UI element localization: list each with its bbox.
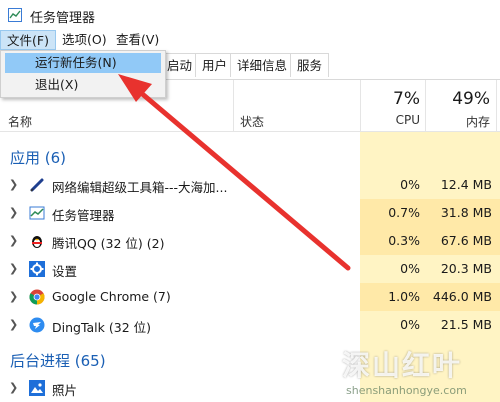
group-header-background[interactable]: 后台进程 (65) [10,350,106,371]
group-header-apps[interactable]: 应用 (6) [10,147,66,168]
app-cpu: 0.3% [388,233,420,248]
watermark-url: shenshanhongye.com [346,384,467,397]
pen-icon [30,178,44,192]
file-menu-dropdown: 运行新任务(N) 退出(X) [0,50,166,98]
dingtalk-icon [29,317,45,333]
app-cpu: 0% [400,177,420,192]
app-name: 腾讯QQ (32 位) (2) [52,236,165,251]
column-name[interactable]: 名称 [8,113,32,130]
column-divider [233,80,234,132]
menu-view[interactable]: 查看(V) [110,30,165,50]
tab-users[interactable]: 用户 [195,53,235,77]
memory-total-percent: 49% [452,89,490,109]
watermark-logo: 深山红叶 [342,349,463,382]
table-row[interactable]: ❯ Google Chrome (7) 1.0% 446.0 MB [0,283,500,311]
tab-details[interactable]: 详细信息 [230,53,295,77]
menu-item-exit[interactable]: 退出(X) [5,75,161,95]
qq-penguin-icon [32,236,42,248]
app-cpu: 0% [400,317,420,332]
column-divider [425,80,426,132]
cpu-total-percent: 7% [393,89,420,109]
app-name: 照片 [52,383,78,398]
menu-file[interactable]: 文件(F) [0,30,56,50]
app-name: 网络编辑超级工具箱---大海加... [52,180,228,195]
tab-services[interactable]: 服务 [290,53,330,77]
column-divider [360,80,361,132]
menu-item-run-new-task[interactable]: 运行新任务(N) [5,53,161,73]
app-cpu: 1.0% [388,289,420,304]
app-name: DingTalk (32 位) [52,320,151,335]
app-memory: 20.3 MB [440,261,492,276]
app-name: 任务管理器 [52,208,115,223]
table-row[interactable]: ❯ DingTalk (32 位) 0% 21.5 MB [0,311,500,339]
column-status[interactable]: 状态 [240,113,264,130]
table-row[interactable]: ❯ 设置 0% 20.3 MB [0,255,500,283]
chrome-icon [29,289,45,305]
column-divider [496,80,497,132]
menu-options[interactable]: 选项(O) [56,30,113,50]
app-cpu: 0.7% [388,205,420,220]
app-name: 设置 [52,264,78,279]
table-row[interactable]: ❯ 腾讯QQ (32 位) (2) 0.3% 67.6 MB [0,227,500,255]
table-row[interactable]: ❯ 任务管理器 0.7% 31.8 MB [0,199,500,227]
app-name: Google Chrome (7) [52,289,171,304]
column-cpu[interactable]: CPU [372,113,420,127]
app-memory: 21.5 MB [440,317,492,332]
chevron-right-icon[interactable]: ❯ [9,178,18,191]
column-memory[interactable]: 内存 [430,113,490,130]
photos-icon [29,380,45,396]
settings-gear-icon [29,261,45,277]
window-title: 任务管理器 [30,11,96,26]
chevron-right-icon[interactable]: ❯ [9,234,18,247]
chevron-right-icon[interactable]: ❯ [9,206,18,219]
task-manager-icon [8,8,22,22]
app-cpu: 0% [400,261,420,276]
chevron-right-icon[interactable]: ❯ [9,290,18,303]
chevron-right-icon[interactable]: ❯ [9,318,18,331]
chevron-right-icon[interactable]: ❯ [9,381,18,394]
app-memory: 446.0 MB [432,289,492,304]
app-memory: 31.8 MB [440,205,492,220]
table-row[interactable]: ❯ 网络编辑超级工具箱---大海加... 0% 12.4 MB [0,171,500,199]
app-memory: 67.6 MB [440,233,492,248]
task-manager-icon [29,206,45,220]
app-memory: 12.4 MB [440,177,492,192]
chevron-right-icon[interactable]: ❯ [9,262,18,275]
